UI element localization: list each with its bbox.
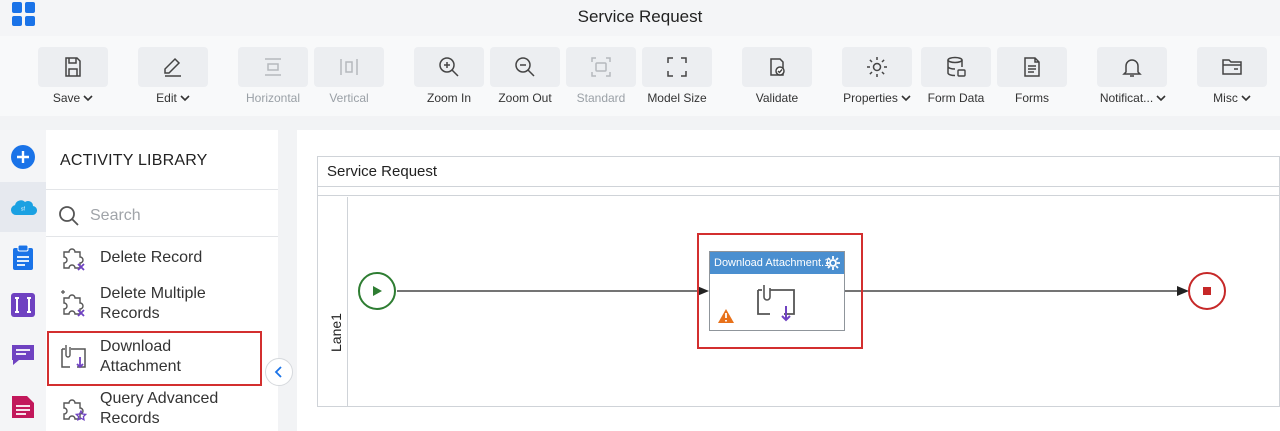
- fit-screen-icon: [667, 57, 687, 77]
- misc-label[interactable]: Misc: [1197, 91, 1267, 105]
- document-icon[interactable]: [8, 392, 38, 422]
- add-icon[interactable]: [8, 142, 38, 172]
- svg-text:sf: sf: [21, 207, 26, 213]
- horizontal-align-icon: [265, 58, 281, 76]
- vertical-label: Vertical: [329, 91, 369, 105]
- zoom-out-button[interactable]: [490, 47, 560, 87]
- standard-button[interactable]: [566, 47, 636, 87]
- start-event[interactable]: [358, 272, 396, 310]
- highlight-box: [47, 331, 262, 386]
- save-label[interactable]: Save: [38, 91, 108, 105]
- library-item-label: Delete Record: [100, 249, 203, 266]
- chevron-down-icon: [901, 95, 911, 102]
- model-size-button[interactable]: [642, 47, 712, 87]
- lane-label: Lane1: [328, 313, 344, 352]
- stop-icon: [1203, 287, 1211, 295]
- download-attachment-icon: [757, 285, 795, 322]
- zoom-out-label[interactable]: Zoom Out: [490, 91, 560, 105]
- gear-icon: [867, 57, 887, 77]
- pencil-icon: [164, 57, 181, 77]
- database-icon: [947, 56, 966, 77]
- forms-label[interactable]: Forms: [997, 91, 1067, 105]
- puzzle-delete-multiple-icon: [61, 290, 85, 317]
- library-item-label: Delete Multiple Records: [100, 285, 206, 322]
- search-icon: [59, 206, 79, 226]
- divider: [46, 189, 278, 190]
- notifications-button[interactable]: [1097, 47, 1167, 87]
- horizontal-button[interactable]: [238, 47, 308, 87]
- edit-label[interactable]: Edit: [138, 91, 208, 105]
- edit-button[interactable]: [138, 47, 208, 87]
- standard-label: Standard: [576, 91, 626, 105]
- form-data-button[interactable]: [921, 47, 991, 87]
- zoom-in-button[interactable]: [414, 47, 484, 87]
- puzzle-delete-icon: [63, 248, 85, 271]
- task-title: Download Attachment.1: [714, 257, 831, 269]
- end-event[interactable]: [1188, 272, 1226, 310]
- properties-label[interactable]: Properties: [836, 91, 918, 105]
- lane[interactable]: Lane1: [318, 197, 348, 407]
- zoom-in-icon: [439, 57, 459, 77]
- vertical-button[interactable]: [314, 47, 384, 87]
- model-size-label[interactable]: Model Size: [642, 91, 712, 105]
- page-title: Service Request: [577, 7, 703, 26]
- save-button[interactable]: [38, 47, 108, 87]
- divider: [46, 236, 278, 237]
- integration-icon[interactable]: [8, 290, 38, 320]
- vertical-align-icon: [340, 59, 358, 75]
- chevron-down-icon: [1241, 95, 1251, 102]
- standard-size-icon: [591, 57, 611, 77]
- left-rail: sf: [0, 130, 46, 431]
- properties-button[interactable]: [842, 47, 912, 87]
- chevron-left-icon: [274, 366, 282, 378]
- warning-icon: [718, 309, 734, 323]
- validate-button[interactable]: [742, 47, 812, 87]
- save-icon: [65, 57, 81, 77]
- download-attachment-task[interactable]: Download Attachment.1: [709, 251, 845, 331]
- validate-icon: [770, 58, 785, 76]
- salesforce-icon[interactable]: sf: [8, 192, 38, 222]
- forms-button[interactable]: [997, 47, 1067, 87]
- library-title: ACTIVITY LIBRARY: [60, 152, 208, 169]
- gear-icon[interactable]: [825, 255, 841, 271]
- chat-icon[interactable]: [8, 340, 38, 370]
- play-icon: [373, 286, 382, 296]
- library-search[interactable]: Search: [58, 202, 268, 230]
- validate-label[interactable]: Validate: [742, 91, 812, 105]
- form-data-label[interactable]: Form Data: [921, 91, 991, 105]
- pool-divider: [318, 195, 1279, 196]
- search-input[interactable]: Search: [90, 207, 141, 225]
- forms-icon: [1024, 57, 1040, 77]
- task-header: Download Attachment.1: [710, 252, 844, 274]
- horizontal-label: Horizontal: [245, 91, 301, 105]
- chevron-down-icon: [83, 95, 93, 102]
- collapse-panel-button[interactable]: [265, 358, 293, 386]
- library-item-label: Query Advanced Records: [100, 390, 219, 427]
- folder-icon: [1222, 59, 1242, 75]
- zoom-in-label[interactable]: Zoom In: [414, 91, 484, 105]
- bell-icon: [1122, 59, 1142, 77]
- toolbar: Save Edit Horizontal Vertical Zoom In Zo…: [0, 36, 1280, 116]
- chevron-down-icon: [180, 95, 190, 102]
- notifications-label[interactable]: Notificat...: [1092, 91, 1174, 105]
- title-bar: Service Request: [0, 0, 1280, 36]
- pool-title: Service Request: [318, 157, 1279, 187]
- chevron-down-icon: [1156, 95, 1166, 102]
- library-item-query-advanced-records[interactable]: Query Advanced Records: [46, 384, 278, 431]
- clipboard-icon[interactable]: [8, 243, 38, 273]
- misc-button[interactable]: [1197, 47, 1267, 87]
- library-item-delete-record[interactable]: Delete Record: [46, 238, 278, 278]
- zoom-out-icon: [515, 57, 535, 77]
- library-item-delete-multiple-records[interactable]: Delete Multiple Records: [46, 280, 278, 328]
- puzzle-star-icon: [63, 399, 88, 422]
